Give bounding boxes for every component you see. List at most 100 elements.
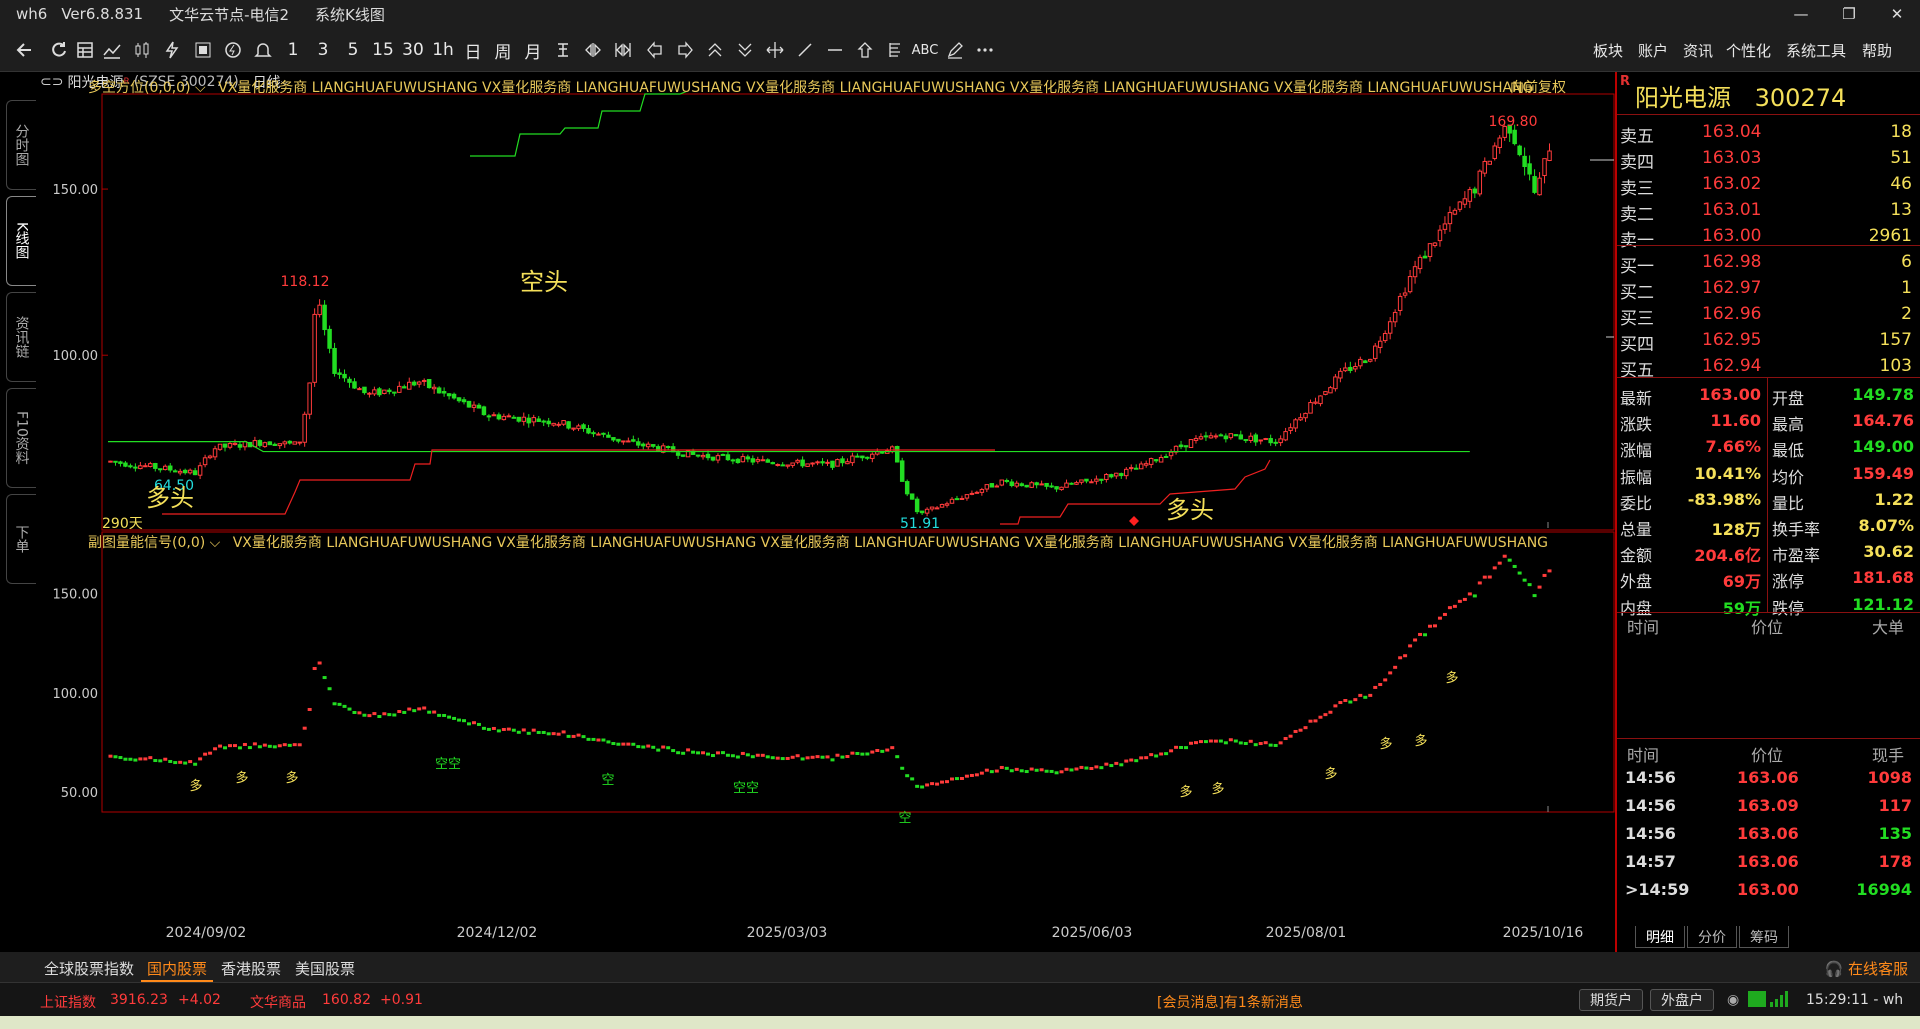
chevron-down-icon[interactable]: ⌵ <box>195 80 206 96</box>
home-icon[interactable] <box>850 36 880 64</box>
period-3min[interactable]: 3 <box>308 36 338 64</box>
menu-tools[interactable]: 系统工具 <box>1786 40 1846 61</box>
market-tab-global[interactable]: 全球股票指数 <box>38 958 140 979</box>
scroll-left-icon[interactable] <box>640 36 670 64</box>
candle-body <box>586 428 591 434</box>
adjust-label[interactable]: 向前复权 <box>1510 77 1566 97</box>
period-month[interactable]: 月 <box>518 36 548 64</box>
candle-body <box>1407 276 1413 293</box>
ask-row[interactable]: 卖二 163.01 13 <box>1617 197 1920 225</box>
chevron-down-icon[interactable]: ⌵ <box>210 535 221 551</box>
page-up-icon[interactable] <box>700 36 730 64</box>
flash-icon[interactable] <box>157 36 187 64</box>
main-indicator-name[interactable]: 多空方位(0,0,0) <box>88 80 191 96</box>
bid-label: 买一 <box>1620 257 1654 277</box>
sub-signal-mark <box>925 783 930 787</box>
sub-indicator-title[interactable]: 副图量能信号(0,0) ⌵ VX量化服务商 LIANGHUAFUWUSHANG … <box>88 532 1548 552</box>
close-icon[interactable]: ✕ <box>1874 0 1920 28</box>
ask-price: 163.00 <box>1702 226 1762 246</box>
period-week[interactable]: 周 <box>488 36 518 64</box>
line-chart-icon[interactable] <box>97 36 127 64</box>
sub-signal-mark <box>571 734 576 738</box>
period-1hour[interactable]: 1h <box>428 36 458 64</box>
period-15min[interactable]: 15 <box>368 36 398 64</box>
ask-row[interactable]: 卖四 163.03 51 <box>1617 145 1920 173</box>
candle-body <box>825 461 830 464</box>
sub-signal-mark <box>123 757 128 761</box>
menu-help[interactable]: 帮助 <box>1862 40 1892 61</box>
index1-name[interactable]: 上证指数 <box>40 992 96 1012</box>
sub-signal-mark <box>586 737 591 741</box>
back-arrow-icon[interactable] <box>10 36 40 64</box>
more-icon[interactable] <box>970 36 1000 64</box>
restore-icon[interactable]: ❐ <box>1826 0 1872 28</box>
menu-account[interactable]: 账户 <box>1638 40 1668 61</box>
link-icon[interactable]: ⊂⊃ <box>40 74 63 90</box>
candle-body <box>1368 358 1373 362</box>
tab-detail[interactable]: 明细 <box>1635 926 1685 948</box>
candle-body <box>426 378 432 389</box>
sub-signal-mark <box>959 776 964 780</box>
minimize-icon[interactable]: — <box>1778 0 1824 28</box>
crosshair-icon[interactable] <box>760 36 790 64</box>
fibonacci-icon[interactable] <box>880 36 910 64</box>
sub-indicator-name[interactable]: 副图量能信号(0,0) <box>88 535 205 551</box>
pen-icon[interactable] <box>940 36 970 64</box>
candle-icon[interactable] <box>127 36 157 64</box>
tab-price-dist[interactable]: 分价 <box>1687 926 1737 948</box>
main-indicator-title[interactable]: 多空方位(0,0,0) ⌵ VX量化服务商 LIANGHUAFUWUSHANG … <box>88 77 1533 97</box>
candle-body <box>1059 486 1064 491</box>
stat-value: 128万 <box>1711 520 1761 539</box>
bid-row[interactable]: 买四 162.95 157 <box>1617 327 1920 355</box>
period-30min[interactable]: 30 <box>398 36 428 64</box>
draw-line-icon[interactable] <box>790 36 820 64</box>
index2-name[interactable]: 文华商品 <box>250 992 306 1012</box>
menu-personalize[interactable]: 个性化 <box>1726 40 1771 61</box>
bid-row[interactable]: 买二 162.97 1 <box>1617 275 1920 303</box>
ask-label: 卖五 <box>1620 127 1654 147</box>
online-service-link[interactable]: 🎧 在线客服 <box>1825 958 1908 979</box>
sub-signal-mark <box>785 756 790 760</box>
member-message[interactable]: [会员消息]有1条新消息 <box>1157 992 1303 1012</box>
candle-body <box>750 458 756 463</box>
custom-period-icon[interactable] <box>548 36 578 64</box>
bid-row[interactable]: 买三 162.96 2 <box>1617 301 1920 329</box>
sub-signal-mark <box>820 755 825 759</box>
kline-chart-area[interactable]: 150.00 100.00 150.00 100.00 50.00 2024/09/02 2… <box>0 80 1615 952</box>
cloud-sync-icon[interactable] <box>218 36 248 64</box>
market-tab-us[interactable]: 美国股票 <box>289 958 361 979</box>
zoom-in-icon[interactable] <box>578 36 608 64</box>
foreign-account-button[interactable]: 外盘户 <box>1650 989 1714 1011</box>
menu-news[interactable]: 资讯 <box>1683 40 1713 61</box>
ask-row[interactable]: 卖三 163.02 46 <box>1617 171 1920 199</box>
kline-chart-svg[interactable]: 150.00 100.00 150.00 100.00 50.00 2024/09/02 2… <box>0 83 1615 952</box>
bid-row[interactable]: 买一 162.98 6 <box>1617 249 1920 277</box>
page-down-icon[interactable] <box>730 36 760 64</box>
candle-body <box>795 459 800 463</box>
scroll-right-icon[interactable] <box>670 36 700 64</box>
menu-sector[interactable]: 板块 <box>1593 40 1623 61</box>
screen-icon <box>195 42 211 58</box>
horizontal-line-icon[interactable] <box>820 36 850 64</box>
screen-icon[interactable] <box>188 36 218 64</box>
market-tab-hk[interactable]: 香港股票 <box>215 958 287 979</box>
sub-signal-label: 多 <box>285 770 298 786</box>
sub-signal-mark <box>352 710 357 714</box>
period-day[interactable]: 日 <box>458 36 488 64</box>
sub-signal-mark <box>382 712 387 716</box>
market-tab-domestic[interactable]: 国内股票 <box>141 958 214 982</box>
table-icon[interactable] <box>70 36 100 64</box>
tab-chips[interactable]: 筹码 <box>1739 926 1789 948</box>
bid-row[interactable]: 买五 162.94 103 <box>1617 353 1920 381</box>
sub-signal-mark <box>536 730 541 734</box>
text-tool-button[interactable]: ABC <box>910 36 940 64</box>
period-5min[interactable]: 5 <box>338 36 368 64</box>
futures-account-button[interactable]: 期货户 <box>1579 989 1643 1011</box>
sub-signal-mark <box>1059 770 1064 774</box>
home-icon <box>857 42 873 58</box>
period-1min[interactable]: 1 <box>278 36 308 64</box>
bell-icon[interactable] <box>248 36 278 64</box>
ask-row[interactable]: 卖五 163.04 18 <box>1617 119 1920 147</box>
candle-body <box>1094 478 1099 482</box>
zoom-out-icon[interactable] <box>608 36 638 64</box>
